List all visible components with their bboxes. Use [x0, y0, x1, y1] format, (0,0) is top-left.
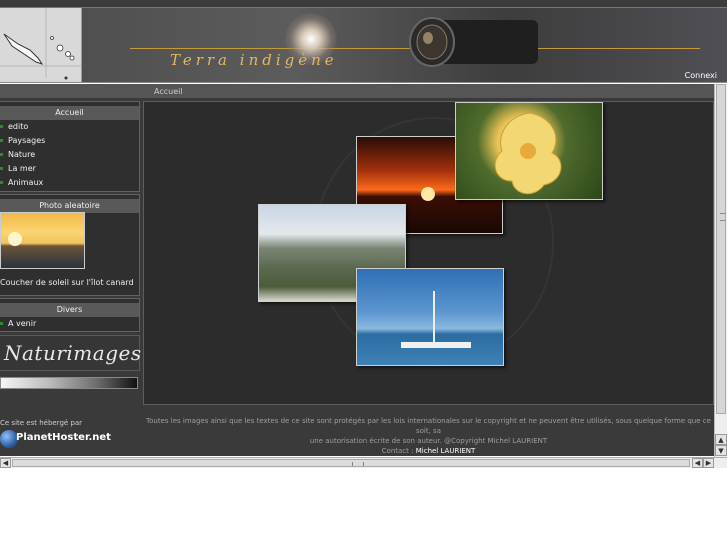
- naturimages-logo: Naturimages: [4, 341, 142, 365]
- boat-mast: [433, 291, 435, 347]
- menu-item-paysages[interactable]: Paysages: [0, 134, 139, 148]
- hosted-by-text: Ce site est hébergé par: [0, 419, 83, 427]
- boat-hull: [401, 342, 471, 348]
- bullet-icon: [0, 181, 3, 184]
- menu-block-title: Accueil: [0, 106, 139, 120]
- page-body: Accueil edito Paysages Nature La mer Ani…: [0, 98, 714, 456]
- host-credit: Ce site est hébergé par PlanetHoster.net: [0, 418, 141, 456]
- main-gallery: [143, 101, 714, 405]
- menu-item-label: A venir: [8, 319, 37, 328]
- site-title: Terra indigène: [170, 51, 338, 69]
- sun-shape: [421, 187, 435, 201]
- map-graphic: [0, 8, 82, 80]
- vertical-scroll-thumb[interactable]: [716, 84, 726, 414]
- vertical-scrollbar[interactable]: ▲ ▼: [714, 84, 727, 457]
- gallery-photo-flower[interactable]: [455, 102, 603, 200]
- copyright-line-2: une autorisation écrite de son auteur. @…: [309, 437, 548, 445]
- menu-item-la-mer[interactable]: La mer: [0, 162, 139, 176]
- random-photo-thumbnail[interactable]: [0, 212, 85, 269]
- gallery-photo-boat[interactable]: [356, 268, 504, 366]
- breadcrumb-bar: Accueil: [0, 84, 714, 98]
- menu-block-divers: Divers A venir: [0, 298, 140, 332]
- menu-item-label: La mer: [8, 164, 36, 173]
- planethoster-logo[interactable]: PlanetHoster.net: [16, 432, 111, 443]
- bullet-icon: [0, 322, 3, 325]
- menu-block-title: Divers: [0, 303, 139, 317]
- bullet-icon: [0, 125, 3, 128]
- bullet-icon: [0, 153, 3, 156]
- scroll-up-arrow-icon[interactable]: ▲: [715, 434, 727, 445]
- new-caledonia-map: [0, 8, 82, 82]
- menu-item-nature[interactable]: Nature: [0, 148, 139, 162]
- flower-graphic: [494, 112, 562, 195]
- copyright-line-1: Toutes les images ainsi que les textes d…: [146, 417, 711, 435]
- naturimages-banner[interactable]: Naturimages: [0, 335, 142, 371]
- contact-line: Contact : Michel LAURIENT: [143, 446, 714, 456]
- menu-item-edito[interactable]: edito: [0, 120, 139, 134]
- contact-link[interactable]: Michel LAURIENT: [416, 447, 476, 455]
- contact-label: Contact :: [381, 447, 414, 455]
- scroll-left-arrow-icon[interactable]: ◀: [0, 458, 11, 468]
- camera-lens-icon: [409, 17, 538, 67]
- random-photo-block: Photo aleatoire Coucher de soleil sur l'…: [0, 194, 140, 296]
- scroll-right-arrow-icon[interactable]: ▶: [703, 458, 714, 468]
- scroll-down-arrow-icon[interactable]: ▼: [715, 445, 727, 456]
- menu-item-label: Animaux: [8, 178, 44, 187]
- breadcrumb[interactable]: Accueil: [154, 87, 183, 96]
- sun-shape: [8, 232, 22, 246]
- horizontal-scroll-thumb[interactable]: [12, 459, 690, 467]
- menu-block-accueil: Accueil edito Paysages Nature La mer Ani…: [0, 101, 140, 192]
- site-banner: Terra indigène Connexi: [0, 8, 727, 83]
- menu-item-label: Paysages: [8, 136, 46, 145]
- footer-copyright: Toutes les images ainsi que les textes d…: [143, 416, 714, 456]
- bullet-icon: [0, 167, 3, 170]
- random-photo-title: Photo aleatoire: [0, 199, 139, 213]
- grip-icon: [720, 213, 725, 221]
- gradient-bar: [0, 377, 138, 389]
- menu-item-animaux[interactable]: Animaux: [0, 176, 139, 190]
- login-link[interactable]: Connexi: [685, 71, 717, 80]
- menu-item-label: edito: [8, 122, 29, 131]
- bullet-icon: [0, 139, 3, 142]
- menu-item-label: Nature: [8, 150, 36, 159]
- sidebar: Accueil edito Paysages Nature La mer Ani…: [0, 98, 141, 456]
- horizontal-scrollbar[interactable]: ◀ ◀ ▶: [0, 457, 727, 468]
- top-strip: [0, 0, 727, 8]
- scroll-left-arrow-icon[interactable]: ◀: [692, 458, 703, 468]
- menu-item-a-venir[interactable]: A venir: [0, 317, 139, 331]
- grip-icon: [352, 462, 364, 466]
- random-photo-caption[interactable]: Coucher de soleil sur l'îlot canard: [0, 278, 134, 287]
